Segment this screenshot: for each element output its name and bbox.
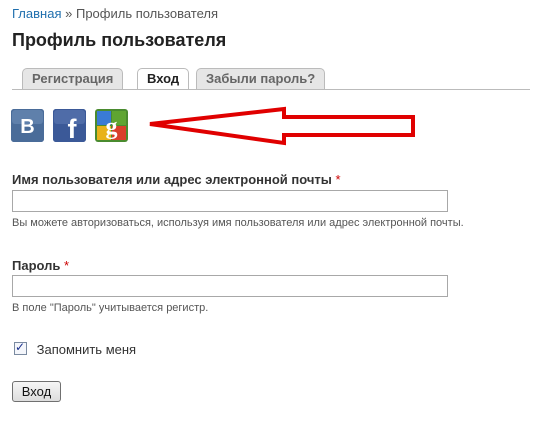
- red-arrow-icon: [149, 106, 415, 146]
- breadcrumb-separator: »: [65, 6, 73, 21]
- tab-forgot-password[interactable]: Забыли пароль?: [196, 68, 326, 89]
- page-title: Профиль пользователя: [12, 30, 227, 50]
- password-label-text: Пароль: [12, 258, 61, 273]
- login-page: Главная » Профиль пользователя Профиль п…: [0, 0, 540, 422]
- breadcrumb: Главная » Профиль пользователя: [12, 6, 218, 21]
- google-login-button[interactable]: g: [95, 109, 128, 142]
- remember-me-label[interactable]: Запомнить меня: [37, 342, 136, 357]
- password-input[interactable]: [12, 275, 448, 297]
- tab-login[interactable]: Вход: [137, 68, 190, 90]
- remember-me: ✓ Запомнить меня: [14, 340, 136, 357]
- username-input[interactable]: [12, 190, 448, 212]
- remember-me-checkbox[interactable]: ✓: [14, 340, 27, 355]
- vkontakte-letter: B: [20, 116, 34, 138]
- required-mark: *: [335, 172, 341, 187]
- checkmark-icon: ✓: [15, 340, 26, 354]
- password-label: Пароль *: [12, 258, 69, 273]
- username-label: Имя пользователя или адрес электронной п…: [12, 172, 341, 187]
- tabs-divider: [12, 89, 530, 90]
- facebook-icon: f: [53, 109, 86, 142]
- facebook-letter: f: [68, 114, 78, 142]
- vkontakte-icon: B: [11, 109, 44, 142]
- login-submit-button[interactable]: Вход: [12, 381, 61, 402]
- breadcrumb-home-link[interactable]: Главная: [12, 6, 61, 21]
- username-description: Вы можете авторизоваться, используя имя …: [12, 217, 464, 229]
- google-letter: g: [106, 114, 118, 140]
- username-label-text: Имя пользователя или адрес электронной п…: [12, 172, 332, 187]
- tab-registration[interactable]: Регистрация: [22, 68, 124, 89]
- required-mark: *: [64, 258, 70, 273]
- breadcrumb-current: Профиль пользователя: [75, 6, 219, 21]
- password-description: В поле "Пароль" учитывается регистр.: [12, 302, 209, 314]
- vkontakte-login-button[interactable]: B: [11, 109, 44, 142]
- facebook-login-button[interactable]: f: [53, 109, 86, 142]
- google-icon: g: [95, 109, 128, 142]
